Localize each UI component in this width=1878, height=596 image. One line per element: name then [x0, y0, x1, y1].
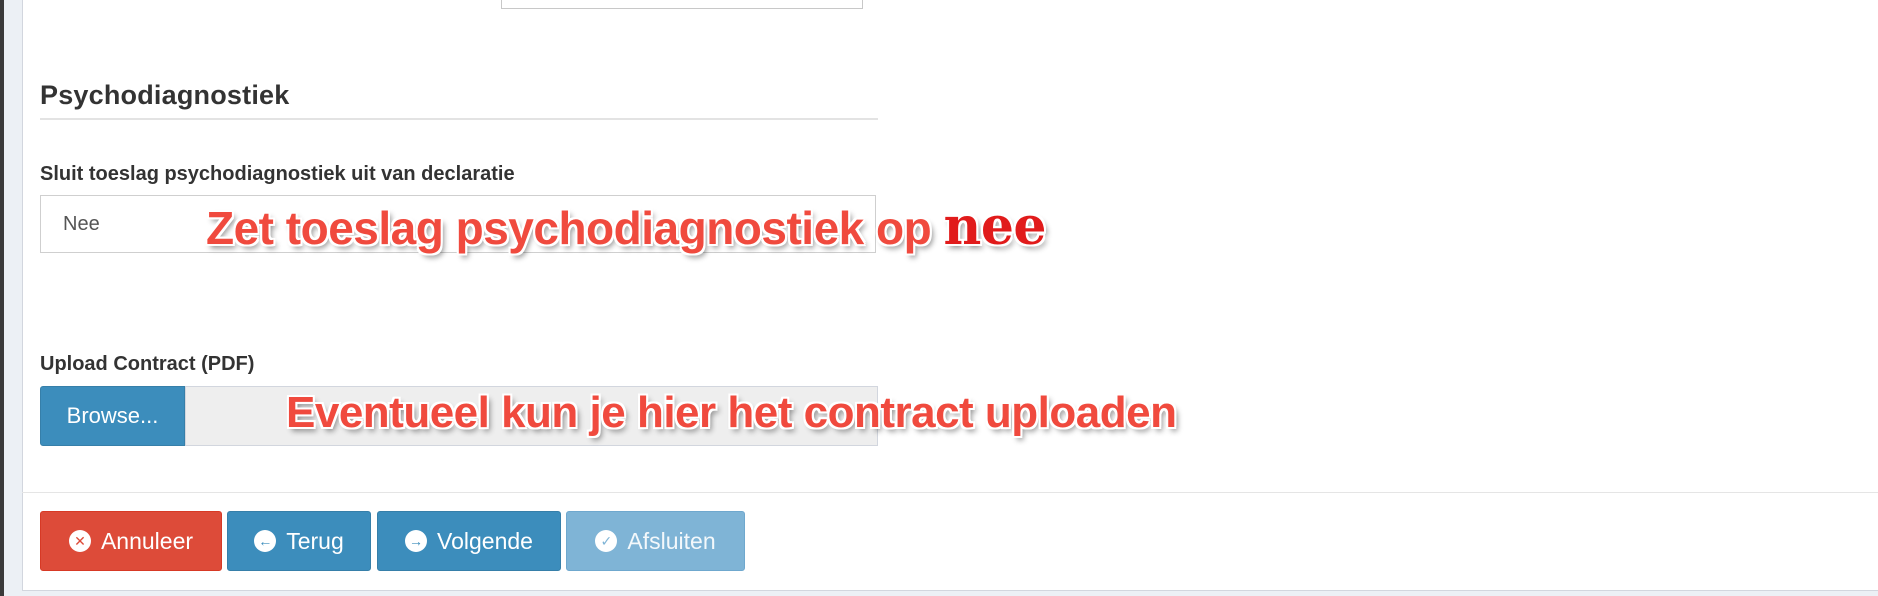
finish-button-label: Afsluiten — [627, 527, 716, 554]
toeslag-select-value: Nee — [63, 213, 100, 235]
browse-button[interactable]: Browse... — [40, 386, 185, 446]
footer-divider — [22, 492, 1878, 493]
toeslag-field-label: Sluit toeslag psychodiagnostiek uit van … — [40, 163, 515, 185]
toeslag-annotation: Zet toeslag psychodiagnostiek op nee — [206, 196, 1047, 257]
section-title: Psychodiagnostiek — [40, 80, 290, 110]
next-button-label: Volgende — [437, 527, 533, 554]
upload-field-label: Upload Contract (PDF) — [40, 353, 255, 375]
finish-button[interactable]: ✓ Afsluiten — [566, 511, 745, 571]
arrow-circle-right-icon: → — [405, 530, 428, 552]
section-divider — [40, 118, 878, 120]
arrow-circle-left-icon: ← — [254, 530, 277, 552]
check-circle-icon: ✓ — [595, 530, 618, 552]
back-button-label: Terug — [286, 527, 344, 554]
cancel-button[interactable]: ✕ Annuleer — [40, 511, 222, 571]
times-circle-icon: ✕ — [68, 530, 91, 552]
next-button[interactable]: → Volgende — [377, 511, 561, 571]
toeslag-annotation-emphasis: nee — [943, 196, 1047, 257]
toeslag-annotation-text: Zet toeslag psychodiagnostiek op — [206, 202, 932, 254]
upload-annotation: Eventueel kun je hier het contract uploa… — [286, 388, 1177, 437]
window-edge — [0, 0, 4, 596]
previous-input-field[interactable] — [501, 0, 863, 9]
back-button[interactable]: ← Terug — [227, 511, 371, 571]
form-panel — [22, 0, 1878, 591]
cancel-button-label: Annuleer — [100, 527, 194, 554]
